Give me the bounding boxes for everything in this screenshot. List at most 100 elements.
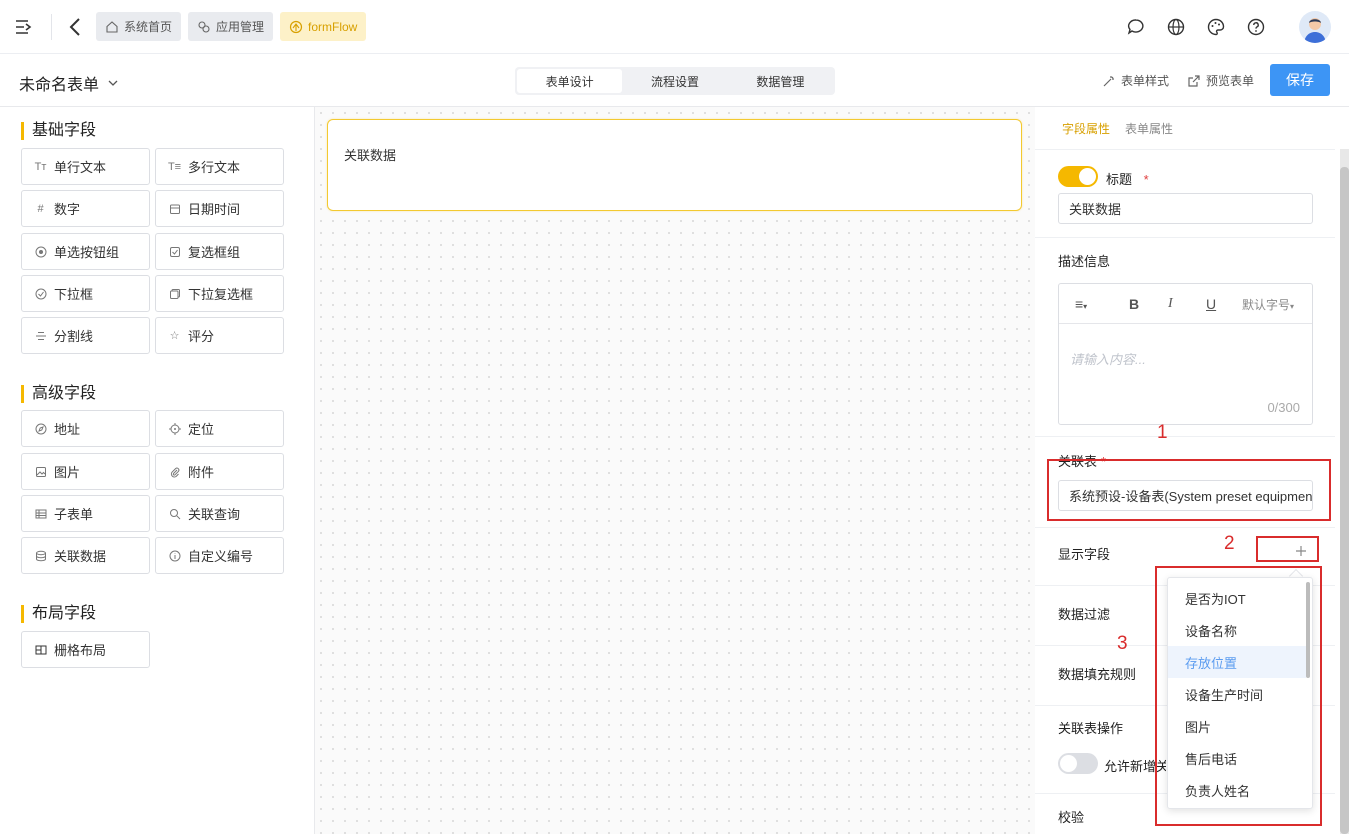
field-related-query[interactable]: 关联查询 [155,495,284,532]
scrollbar-thumb[interactable] [1340,167,1349,834]
form-field-card[interactable]: 关联数据 [327,119,1022,211]
title-toggle[interactable] [1058,166,1098,187]
database-icon [34,549,47,562]
app-icon [198,20,210,33]
image-icon [34,465,47,478]
tab-system-home[interactable]: 系统首页 [96,12,182,41]
avatar-image [1304,18,1326,43]
search-icon [168,507,181,520]
field-attachment[interactable]: 附件 [155,453,284,490]
annotation-box-2 [1256,536,1319,562]
field-label: 数字 [54,202,81,217]
globe-icon[interactable] [1166,17,1186,37]
field-divider[interactable]: 分割线 [21,317,150,354]
field-palette: 基础字段 Tт 单行文本 T≡ 多行文本 # 数字 日期时间 单选按钮组 复选框组 下… [0,107,315,834]
advanced-fields-title: 高级字段 [21,385,96,403]
editor-toolbar: ≡▾ B I U 默认字号▾ [1059,284,1312,324]
tab-formflow[interactable]: formFlow [280,12,367,41]
field-multi-line-text[interactable]: T≡ 多行文本 [155,148,284,185]
field-location[interactable]: 定位 [155,410,284,447]
form-name-selector[interactable]: 未命名表单 [19,71,119,95]
field-label: 复选框组 [188,245,241,260]
bold-icon[interactable]: B [1129,296,1139,312]
field-label: 单选按钮组 [54,245,120,260]
form-style-button[interactable]: 表单样式 [1102,72,1169,89]
checkbox-icon [168,245,181,258]
layout-fields-title: 布局字段 [21,605,96,623]
data-filter-label: 数据过滤 [1058,607,1111,622]
field-custom-number[interactable]: 自定义编号 [155,537,284,574]
field-label: 子表单 [54,507,94,522]
location-icon [168,422,181,435]
allow-new-toggle[interactable] [1058,753,1098,774]
basic-fields-title: 基础字段 [21,122,96,140]
hash-icon: # [37,202,44,215]
field-label: 地址 [54,422,81,437]
form-name: 未命名表单 [19,77,100,94]
field-image[interactable]: 图片 [21,453,150,490]
chevron-down-icon [108,80,118,86]
field-label: 图片 [54,465,81,480]
tab-form-design[interactable]: 表单设计 [517,69,623,93]
display-fields-label: 显示字段 [1058,547,1111,562]
avatar[interactable] [1299,11,1331,43]
tab-label: formFlow [308,19,358,34]
palette-icon[interactable] [1206,17,1226,37]
form-canvas[interactable]: 关联数据 [315,107,1035,834]
title-label: 标题 * [1106,172,1149,187]
help-icon[interactable] [1246,17,1266,37]
divider-icon [34,329,47,342]
field-address[interactable]: 地址 [21,410,150,447]
form-style-label: 表单样式 [1121,74,1170,88]
field-related-data[interactable]: 关联数据 [21,537,150,574]
text-icon: Tт [34,160,47,173]
field-label: 附件 [188,465,215,480]
title-input[interactable]: 关联数据 [1058,193,1313,224]
font-size-select[interactable]: 默认字号▾ [1242,296,1294,313]
field-label: 分割线 [54,329,94,344]
field-subform[interactable]: 子表单 [21,495,150,532]
radio-icon [34,245,47,258]
card-label: 关联数据 [344,148,397,163]
field-dropdown[interactable]: 下拉框 [21,275,150,312]
tab-field-properties[interactable]: 字段属性 [1062,120,1110,137]
menu-fold-icon[interactable] [14,18,32,36]
magic-wand-icon [1103,75,1114,86]
underline-icon[interactable]: U [1206,296,1216,312]
message-icon[interactable] [1126,17,1146,37]
save-button[interactable]: 保存 [1270,64,1330,96]
annotation-number: 2 [1224,533,1235,554]
field-label: 定位 [188,422,215,437]
field-label: 关联数据 [54,549,107,564]
annotation-number: 3 [1117,633,1128,654]
char-counter: 0/300 [1267,400,1300,415]
field-number[interactable]: # 数字 [21,190,150,227]
field-rating[interactable]: ☆ 评分 [155,317,284,354]
tab-label: 系统首页 [124,20,173,34]
field-grid-layout[interactable]: 栅格布局 [21,631,150,668]
field-multi-dropdown[interactable]: 下拉复选框 [155,275,284,312]
field-single-line-text[interactable]: Tт 单行文本 [21,148,150,185]
preview-form-button[interactable]: 预览表单 [1187,72,1254,89]
associated-ops-label: 关联表操作 [1058,721,1124,736]
external-link-icon [1188,74,1200,87]
italic-icon[interactable]: I [1168,296,1173,312]
tab-form-properties[interactable]: 表单属性 [1125,120,1173,137]
data-fill-rule-label: 数据填充规则 [1058,667,1137,682]
field-label: 关联查询 [188,507,241,522]
divider [1035,436,1335,437]
flow-icon [289,20,303,33]
multi-dropdown-icon [168,287,181,300]
tab-flow-settings[interactable]: 流程设置 [622,69,727,93]
tab-data-management[interactable]: 数据管理 [728,69,833,93]
back-arrow-icon[interactable] [68,17,82,37]
editor-placeholder[interactable]: 请输入内容... [1070,349,1146,368]
field-checkbox-group[interactable]: 复选框组 [155,233,284,270]
tab-app-management[interactable]: 应用管理 [188,12,274,41]
preview-form-label: 预览表单 [1206,74,1255,88]
align-icon[interactable]: ≡▾ [1075,296,1087,312]
field-radio-group[interactable]: 单选按钮组 [21,233,150,270]
field-datetime[interactable]: 日期时间 [155,190,284,227]
rich-text-editor: ≡▾ B I U 默认字号▾ 请输入内容... 0/300 [1058,283,1313,425]
multiline-text-icon: T≡ [167,160,182,173]
